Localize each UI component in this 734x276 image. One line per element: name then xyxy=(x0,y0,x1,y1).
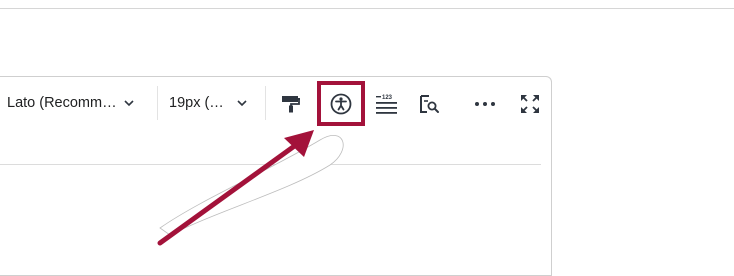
toolbar-content-divider xyxy=(0,164,541,165)
format-painter-button[interactable] xyxy=(278,91,304,117)
preview-search-icon xyxy=(420,95,439,113)
font-family-dropdown[interactable]: Lato (Recomm… xyxy=(7,90,135,116)
font-family-value: Lato (Recomm… xyxy=(7,95,117,111)
font-size-value: 19px (… xyxy=(169,95,224,111)
chevron-down-icon xyxy=(124,100,134,107)
html-editor: Lato (Recomm… 19px (… 123 xyxy=(0,76,552,276)
more-options-button[interactable] xyxy=(472,91,498,117)
preview-button[interactable] xyxy=(416,91,442,117)
toolbar-separator xyxy=(157,86,158,120)
font-size-dropdown[interactable]: 19px (… xyxy=(169,90,248,116)
word-count-icon: 123 xyxy=(376,95,397,114)
svg-text:123: 123 xyxy=(382,95,393,101)
toolbar-separator xyxy=(265,86,266,120)
page-divider xyxy=(0,8,734,9)
highlight-box xyxy=(317,81,365,126)
fullscreen-button[interactable] xyxy=(517,91,543,117)
format-painter-icon xyxy=(282,96,300,113)
fullscreen-icon xyxy=(521,95,539,113)
word-count-button[interactable]: 123 xyxy=(374,91,400,117)
editor-toolbar: Lato (Recomm… 19px (… 123 xyxy=(0,77,550,131)
chevron-down-icon xyxy=(237,100,247,107)
more-dots-icon xyxy=(475,102,495,106)
